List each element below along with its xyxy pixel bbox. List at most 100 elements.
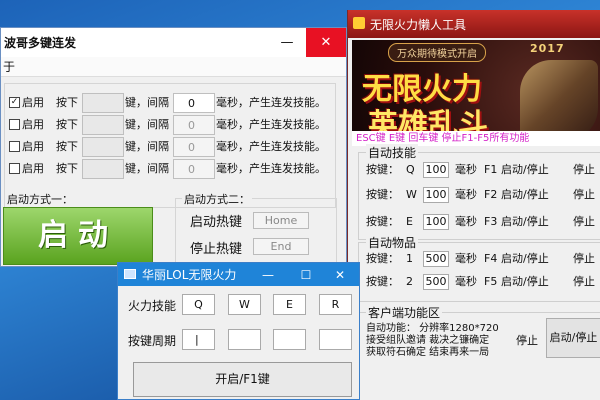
state-label: 停止 (573, 188, 595, 201)
minimize-button[interactable]: — (268, 28, 306, 57)
enable-label: 启用 (22, 96, 44, 109)
menu-bar: 于 (1, 57, 346, 77)
close-button[interactable]: ✕ (306, 28, 346, 57)
state-label: 停止 (573, 275, 595, 288)
key-row: ✓ 启用 按下 键，间隔 0 毫秒，产生连发技能。 (5, 93, 335, 113)
key-row: 启用 按下 键，间隔 0 毫秒，产生连发技能。 (5, 159, 335, 179)
interval-input[interactable]: 100 (423, 187, 449, 203)
key-input[interactable] (82, 115, 124, 135)
hotkey-label: F4 (484, 252, 498, 265)
key-value: Q (406, 163, 415, 176)
key-suffix-label: 键，间隔 (125, 140, 169, 153)
skill-key-input[interactable]: Q (182, 294, 215, 315)
key-value: 1 (406, 252, 413, 265)
key-input[interactable] (82, 159, 124, 179)
start-hotkey-label: 启动热键 (190, 215, 243, 230)
unit-label: 毫秒 (455, 215, 477, 228)
press-label: 按下 (56, 140, 78, 153)
enable-label: 启用 (22, 140, 44, 153)
key-input[interactable] (82, 137, 124, 157)
interval-input[interactable]: 0 (173, 93, 215, 113)
interval-suffix-label: 毫秒，产生连发技能。 (216, 96, 326, 109)
period-input[interactable] (228, 329, 261, 350)
window-title: 无限火力懒人工具 (370, 17, 467, 32)
lol-fire-window: 华丽LOL无限火力 — ☐ ✕ 火力技能 Q W E R 按键周期 | 开启/F… (117, 262, 360, 400)
close-icon: ✕ (334, 267, 346, 282)
key-row: 启用 按下 键，间隔 0 毫秒，产生连发技能。 (5, 115, 335, 135)
window-title: 波哥多键连发 (4, 36, 77, 50)
key-value: 2 (406, 275, 413, 288)
period-input[interactable] (273, 329, 306, 350)
minimize-icon: — (262, 267, 274, 282)
start-hotkey-field[interactable]: Home (253, 212, 309, 229)
toggle-label: 启动/停止 (501, 163, 549, 176)
minimize-icon: — (280, 35, 294, 50)
period-input[interactable] (319, 329, 352, 350)
window-title-bar[interactable]: 华丽LOL无限火力 (118, 263, 359, 286)
unit-label: 毫秒 (455, 275, 477, 288)
skill-key-input[interactable]: E (273, 294, 306, 315)
toggle-label: 启动/停止 (501, 275, 549, 288)
press-label: 按下 (56, 118, 78, 131)
key-value: E (406, 215, 413, 228)
client-line: 获取符石确定 结束再来一局 (366, 347, 490, 358)
menu-item[interactable]: 于 (3, 60, 15, 74)
multi-key-window: 波哥多键连发 — ✕ 于 ✓ 启用 按下 键，间隔 0 毫秒，产生连发技能。 启… (0, 27, 347, 267)
interval-input[interactable]: 100 (423, 162, 449, 178)
skill-label: 火力技能 (128, 299, 177, 313)
hotkey-label: F1 (484, 163, 498, 176)
skill-key-input[interactable]: R (319, 294, 352, 315)
start-button[interactable]: 启动 (3, 207, 153, 265)
key-value: W (406, 188, 417, 201)
key-label: 按键： (366, 275, 399, 288)
interval-input[interactable]: 500 (423, 251, 449, 267)
state-label: 停止 (573, 252, 595, 265)
key-label: 按键： (366, 188, 399, 201)
enable-checkbox[interactable] (9, 163, 20, 174)
banner-year: 2017 (530, 42, 565, 55)
key-label: 按键： (366, 163, 399, 176)
enable-checkbox[interactable] (9, 141, 20, 152)
period-input[interactable]: | (182, 329, 215, 350)
toggle-label: 启动/停止 (501, 252, 549, 265)
stop-hotkey-label: 停止热键 (190, 242, 243, 257)
stop-hotkey-field[interactable]: End (253, 238, 309, 255)
unit-label: 毫秒 (455, 188, 477, 201)
enable-label: 启用 (22, 162, 44, 175)
mode2-label: 启动方式二： (182, 191, 252, 207)
hotkey-label: F3 (484, 215, 498, 228)
key-suffix-label: 键，间隔 (125, 118, 169, 131)
key-suffix-label: 键，间隔 (125, 162, 169, 175)
key-suffix-label: 键，间隔 (125, 96, 169, 109)
enable-checkbox[interactable]: ✓ (9, 97, 20, 108)
close-icon: ✕ (320, 35, 332, 50)
hero-artwork (520, 60, 598, 140)
close-button[interactable]: ✕ (325, 263, 355, 286)
interval-input[interactable]: 0 (173, 137, 215, 157)
minimize-button[interactable]: — (253, 263, 283, 286)
hotkey-label: F5 (484, 275, 498, 288)
interval-input[interactable]: 0 (173, 115, 215, 135)
interval-input[interactable]: 0 (173, 159, 215, 179)
key-input[interactable] (82, 93, 124, 113)
interval-input[interactable]: 100 (423, 214, 449, 230)
toggle-label: 启动/停止 (501, 188, 549, 201)
press-label: 按下 (56, 96, 78, 109)
press-label: 按下 (56, 162, 78, 175)
unit-label: 毫秒 (455, 163, 477, 176)
unit-label: 毫秒 (455, 252, 477, 265)
interval-input[interactable]: 500 (423, 274, 449, 290)
window-title: 华丽LOL无限火力 (142, 268, 237, 282)
maximize-button[interactable]: ☐ (291, 263, 321, 286)
maximize-icon: ☐ (300, 267, 312, 282)
skill-key-input[interactable]: W (228, 294, 261, 315)
auto-skill-label: 自动技能 (366, 144, 419, 161)
start-f1-button[interactable]: 开启/F1键 (133, 362, 352, 397)
window-title-bar[interactable]: 无限火力懒人工具 (348, 10, 600, 38)
hotkey-label: F2 (484, 188, 498, 201)
period-label: 按键周期 (128, 334, 177, 348)
enable-checkbox[interactable] (9, 119, 20, 130)
key-row: 启用 按下 键，间隔 0 毫秒，产生连发技能。 (5, 137, 335, 157)
mode1-label: 启动方式一： (7, 193, 73, 206)
client-toggle-button[interactable]: 启动/停止 (546, 318, 600, 358)
